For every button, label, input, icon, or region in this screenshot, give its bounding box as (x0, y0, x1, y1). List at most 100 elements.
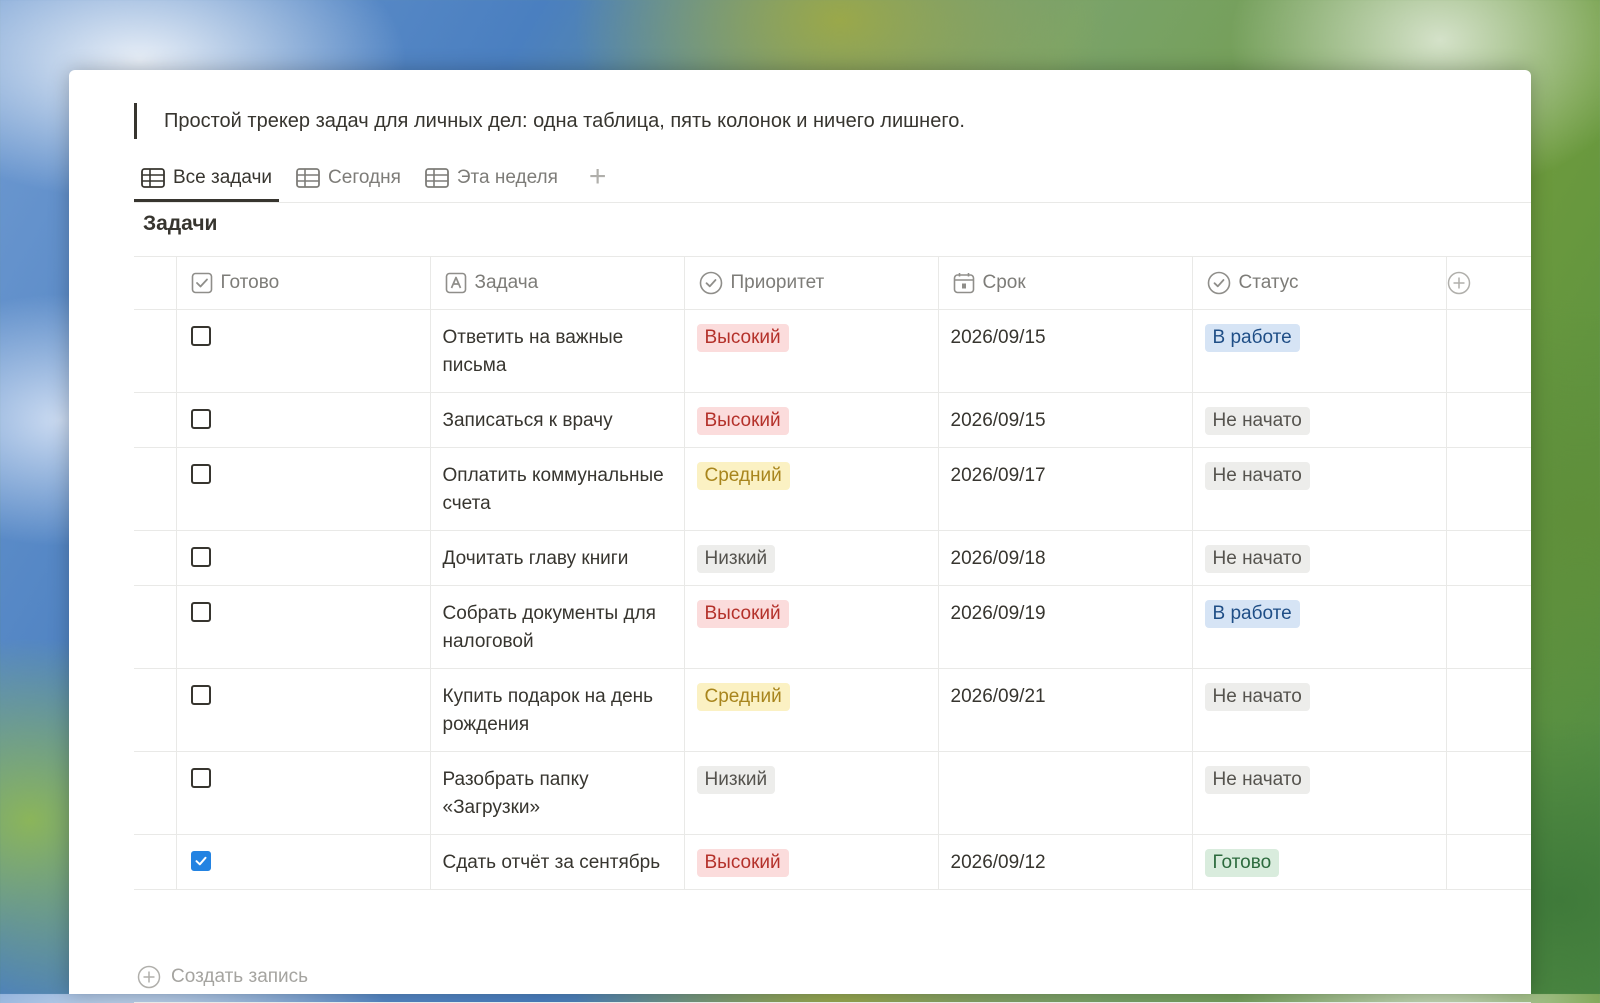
database-title: Задачи (143, 212, 218, 235)
priority-cell-content: Высокий (685, 586, 938, 640)
status-cell[interactable]: Не начато (1191, 668, 1446, 752)
tab-this-week[interactable]: Эта неделя (418, 159, 565, 197)
add-view-button[interactable]: + (589, 159, 607, 195)
column-header-priority[interactable]: Приоритет (683, 256, 938, 310)
due-date: 2026/09/17 (950, 465, 1046, 486)
task-title: Разобрать папку «Загрузки» (442, 769, 589, 818)
done-checkbox[interactable] (190, 851, 211, 871)
column-header-label: Приоритет (730, 272, 825, 293)
due-date: 2026/09/19 (950, 603, 1046, 624)
new-record-button[interactable]: Создать запись (134, 952, 1531, 1003)
add-column-button[interactable] (1445, 256, 1531, 310)
tab-label: Все задачи (173, 167, 273, 188)
column-header-done[interactable]: Готово (175, 256, 430, 310)
status-circle-icon (699, 271, 722, 295)
status-cell[interactable]: Готово (1191, 834, 1446, 890)
status-tag: Не начато (1204, 766, 1310, 794)
status-cell[interactable]: Не начато (1191, 530, 1446, 586)
due-cell[interactable]: 2026/09/15 (937, 392, 1192, 448)
done-cell (175, 668, 430, 752)
due-cell[interactable]: 2026/09/12 (937, 834, 1192, 890)
priority-cell-content: Низкий (685, 752, 938, 806)
text-title-icon (445, 272, 466, 294)
tab-all-tasks[interactable]: Все задачи (134, 159, 280, 202)
done-checkbox[interactable] (190, 602, 211, 622)
done-checkbox[interactable] (190, 685, 211, 705)
status-cell-content: В работе (1193, 586, 1446, 640)
task-cell[interactable]: Разобрать папку «Загрузки» (429, 751, 684, 835)
task-title: Ответить на важные письма (442, 327, 624, 376)
status-cell[interactable]: Не начато (1191, 447, 1446, 531)
priority-cell[interactable]: Низкий (683, 751, 938, 835)
status-cell[interactable]: Не начато (1191, 392, 1446, 448)
empty-cell (1445, 530, 1531, 586)
column-header-status[interactable]: Статус (1191, 256, 1446, 310)
task-cell[interactable]: Сдать отчёт за сентябрь (429, 834, 684, 890)
row-handle-cell (134, 530, 176, 586)
column-header-label: Готово (220, 272, 280, 293)
status-cell-content: Не начато (1193, 669, 1446, 723)
priority-cell[interactable]: Высокий (683, 309, 938, 393)
tab-today[interactable]: Сегодня (289, 159, 408, 197)
done-cell (175, 309, 430, 393)
status-tag: Не начато (1204, 545, 1310, 573)
done-checkbox[interactable] (190, 547, 211, 567)
priority-cell-content: Высокий (685, 835, 938, 889)
task-cell[interactable]: Оплатить коммунальные счета (429, 447, 684, 531)
due-cell[interactable]: 2026/09/19 (937, 585, 1192, 669)
done-cell (175, 392, 430, 448)
due-date: 2026/09/12 (950, 852, 1046, 873)
task-cell[interactable]: Записаться к врачу (429, 392, 684, 448)
priority-cell[interactable]: Низкий (683, 530, 938, 586)
task-cell[interactable]: Ответить на важные письма (429, 309, 684, 393)
table-grid-icon (296, 168, 320, 188)
task-cell[interactable]: Дочитать главу книги (429, 530, 684, 586)
tab-label: Эта неделя (456, 167, 558, 188)
row-handle-cell (134, 309, 176, 393)
column-header-due[interactable]: Срок (937, 256, 1192, 310)
table-row: Разобрать папку «Загрузки» Низкий Не начат… (134, 751, 1531, 835)
status-cell-content: В работе (1193, 310, 1446, 364)
priority-tag: Высокий (696, 407, 789, 435)
column-header-task[interactable]: Задача (429, 256, 684, 310)
table-row: Ответить на важные письма Высокий 2026/09/… (134, 309, 1531, 393)
table-row: Собрать документы для налоговой Высокий 20… (134, 585, 1531, 669)
done-cell (175, 751, 430, 835)
table-row: Дочитать главу книги Низкий 2026/09/18 Не н… (134, 530, 1531, 586)
plus-icon: + (588, 160, 607, 193)
priority-cell[interactable]: Высокий (683, 392, 938, 448)
priority-tag: Высокий (696, 849, 789, 877)
due-cell[interactable]: 2026/09/21 (937, 668, 1192, 752)
task-cell[interactable]: Купить подарок на день рождения (429, 668, 684, 752)
due-cell[interactable]: 2026/09/15 (937, 309, 1192, 393)
done-checkbox[interactable] (190, 326, 211, 346)
check-icon (195, 856, 206, 866)
due-cell[interactable]: 2026/09/17 (937, 447, 1192, 531)
due-cell[interactable] (937, 751, 1192, 835)
plus-circle-icon (1447, 271, 1470, 295)
done-checkbox[interactable] (190, 768, 211, 788)
task-cell[interactable]: Собрать документы для налоговой (429, 585, 684, 669)
due-cell[interactable]: 2026/09/18 (937, 530, 1192, 586)
status-cell[interactable]: Не начато (1191, 751, 1446, 835)
due-date: 2026/09/21 (950, 686, 1046, 707)
column-header-label: Задача (474, 272, 539, 293)
priority-cell[interactable]: Средний (683, 668, 938, 752)
done-checkbox[interactable] (190, 409, 211, 429)
due-date (939, 752, 1192, 778)
priority-tag: Средний (696, 462, 790, 490)
done-checkbox[interactable] (190, 464, 211, 484)
column-header-label: Статус (1238, 272, 1299, 293)
status-cell[interactable]: В работе (1191, 309, 1446, 393)
row-handle-cell (134, 668, 176, 752)
priority-cell[interactable]: Высокий (683, 834, 938, 890)
priority-tag: Средний (696, 683, 790, 711)
status-cell-content: Готово (1193, 835, 1446, 889)
priority-cell[interactable]: Средний (683, 447, 938, 531)
priority-cell[interactable]: Высокий (683, 585, 938, 669)
empty-cell (1445, 447, 1531, 531)
status-cell[interactable]: В работе (1191, 585, 1446, 669)
table-row: Оплатить коммунальные счета Средний 2026/0… (134, 447, 1531, 531)
table-row: Сдать отчёт за сентябрь Высокий 2026/09/12… (134, 834, 1531, 890)
priority-tag: Высокий (696, 324, 789, 352)
